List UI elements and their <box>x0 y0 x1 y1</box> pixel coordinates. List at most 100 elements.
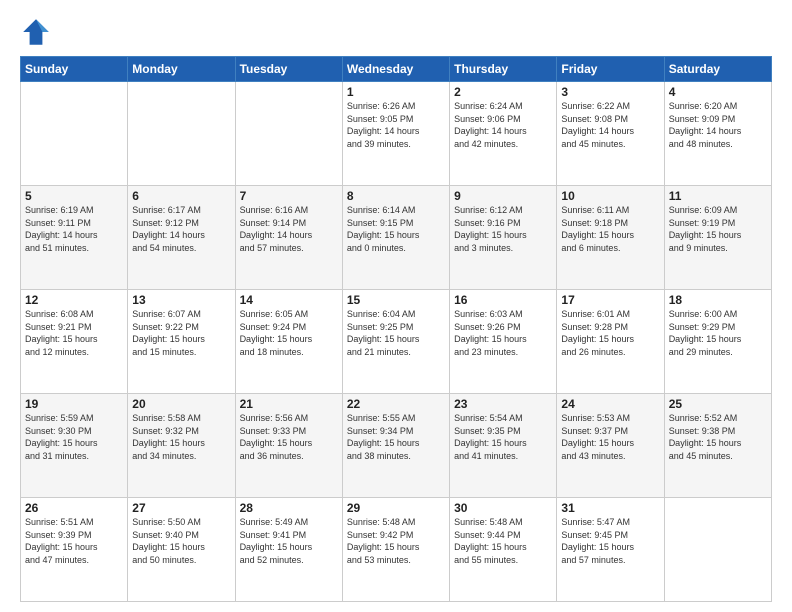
calendar-cell <box>664 498 771 602</box>
day-info: Sunrise: 6:07 AM Sunset: 9:22 PM Dayligh… <box>132 308 230 358</box>
day-info: Sunrise: 6:16 AM Sunset: 9:14 PM Dayligh… <box>240 204 338 254</box>
calendar-cell <box>128 82 235 186</box>
day-number: 9 <box>454 189 552 203</box>
day-info: Sunrise: 6:04 AM Sunset: 9:25 PM Dayligh… <box>347 308 445 358</box>
day-number: 21 <box>240 397 338 411</box>
logo <box>20 16 56 48</box>
day-number: 15 <box>347 293 445 307</box>
calendar-week-3: 12Sunrise: 6:08 AM Sunset: 9:21 PM Dayli… <box>21 290 772 394</box>
day-info: Sunrise: 5:49 AM Sunset: 9:41 PM Dayligh… <box>240 516 338 566</box>
day-info: Sunrise: 6:22 AM Sunset: 9:08 PM Dayligh… <box>561 100 659 150</box>
page: SundayMondayTuesdayWednesdayThursdayFrid… <box>0 0 792 612</box>
calendar-week-5: 26Sunrise: 5:51 AM Sunset: 9:39 PM Dayli… <box>21 498 772 602</box>
day-number: 13 <box>132 293 230 307</box>
day-number: 3 <box>561 85 659 99</box>
day-number: 5 <box>25 189 123 203</box>
day-number: 14 <box>240 293 338 307</box>
calendar-cell: 8Sunrise: 6:14 AM Sunset: 9:15 PM Daylig… <box>342 186 449 290</box>
calendar-cell: 29Sunrise: 5:48 AM Sunset: 9:42 PM Dayli… <box>342 498 449 602</box>
day-info: Sunrise: 5:58 AM Sunset: 9:32 PM Dayligh… <box>132 412 230 462</box>
day-number: 28 <box>240 501 338 515</box>
day-info: Sunrise: 6:05 AM Sunset: 9:24 PM Dayligh… <box>240 308 338 358</box>
weekday-header-friday: Friday <box>557 57 664 82</box>
calendar-cell <box>235 82 342 186</box>
day-info: Sunrise: 6:08 AM Sunset: 9:21 PM Dayligh… <box>25 308 123 358</box>
calendar-week-1: 1Sunrise: 6:26 AM Sunset: 9:05 PM Daylig… <box>21 82 772 186</box>
day-number: 24 <box>561 397 659 411</box>
calendar-cell: 28Sunrise: 5:49 AM Sunset: 9:41 PM Dayli… <box>235 498 342 602</box>
day-info: Sunrise: 5:47 AM Sunset: 9:45 PM Dayligh… <box>561 516 659 566</box>
calendar-cell: 21Sunrise: 5:56 AM Sunset: 9:33 PM Dayli… <box>235 394 342 498</box>
day-number: 11 <box>669 189 767 203</box>
day-info: Sunrise: 6:01 AM Sunset: 9:28 PM Dayligh… <box>561 308 659 358</box>
day-number: 27 <box>132 501 230 515</box>
day-info: Sunrise: 6:00 AM Sunset: 9:29 PM Dayligh… <box>669 308 767 358</box>
calendar-cell: 24Sunrise: 5:53 AM Sunset: 9:37 PM Dayli… <box>557 394 664 498</box>
calendar-cell <box>21 82 128 186</box>
calendar-cell: 19Sunrise: 5:59 AM Sunset: 9:30 PM Dayli… <box>21 394 128 498</box>
day-number: 12 <box>25 293 123 307</box>
day-info: Sunrise: 5:50 AM Sunset: 9:40 PM Dayligh… <box>132 516 230 566</box>
day-info: Sunrise: 6:11 AM Sunset: 9:18 PM Dayligh… <box>561 204 659 254</box>
day-info: Sunrise: 5:55 AM Sunset: 9:34 PM Dayligh… <box>347 412 445 462</box>
day-number: 20 <box>132 397 230 411</box>
calendar-cell: 9Sunrise: 6:12 AM Sunset: 9:16 PM Daylig… <box>450 186 557 290</box>
day-info: Sunrise: 6:17 AM Sunset: 9:12 PM Dayligh… <box>132 204 230 254</box>
calendar-cell: 6Sunrise: 6:17 AM Sunset: 9:12 PM Daylig… <box>128 186 235 290</box>
calendar-cell: 18Sunrise: 6:00 AM Sunset: 9:29 PM Dayli… <box>664 290 771 394</box>
calendar-cell: 26Sunrise: 5:51 AM Sunset: 9:39 PM Dayli… <box>21 498 128 602</box>
day-info: Sunrise: 6:24 AM Sunset: 9:06 PM Dayligh… <box>454 100 552 150</box>
calendar-cell: 2Sunrise: 6:24 AM Sunset: 9:06 PM Daylig… <box>450 82 557 186</box>
weekday-header-sunday: Sunday <box>21 57 128 82</box>
day-info: Sunrise: 5:48 AM Sunset: 9:44 PM Dayligh… <box>454 516 552 566</box>
calendar-week-4: 19Sunrise: 5:59 AM Sunset: 9:30 PM Dayli… <box>21 394 772 498</box>
weekday-header-monday: Monday <box>128 57 235 82</box>
calendar-cell: 12Sunrise: 6:08 AM Sunset: 9:21 PM Dayli… <box>21 290 128 394</box>
calendar-cell: 23Sunrise: 5:54 AM Sunset: 9:35 PM Dayli… <box>450 394 557 498</box>
day-info: Sunrise: 5:48 AM Sunset: 9:42 PM Dayligh… <box>347 516 445 566</box>
calendar-cell: 25Sunrise: 5:52 AM Sunset: 9:38 PM Dayli… <box>664 394 771 498</box>
calendar-cell: 5Sunrise: 6:19 AM Sunset: 9:11 PM Daylig… <box>21 186 128 290</box>
day-info: Sunrise: 6:03 AM Sunset: 9:26 PM Dayligh… <box>454 308 552 358</box>
logo-icon <box>20 16 52 48</box>
day-info: Sunrise: 6:09 AM Sunset: 9:19 PM Dayligh… <box>669 204 767 254</box>
day-number: 7 <box>240 189 338 203</box>
day-number: 25 <box>669 397 767 411</box>
day-number: 29 <box>347 501 445 515</box>
day-number: 6 <box>132 189 230 203</box>
weekday-header-thursday: Thursday <box>450 57 557 82</box>
calendar-cell: 4Sunrise: 6:20 AM Sunset: 9:09 PM Daylig… <box>664 82 771 186</box>
calendar-cell: 11Sunrise: 6:09 AM Sunset: 9:19 PM Dayli… <box>664 186 771 290</box>
day-number: 2 <box>454 85 552 99</box>
day-number: 16 <box>454 293 552 307</box>
day-info: Sunrise: 6:26 AM Sunset: 9:05 PM Dayligh… <box>347 100 445 150</box>
calendar-cell: 1Sunrise: 6:26 AM Sunset: 9:05 PM Daylig… <box>342 82 449 186</box>
calendar-cell: 14Sunrise: 6:05 AM Sunset: 9:24 PM Dayli… <box>235 290 342 394</box>
day-number: 26 <box>25 501 123 515</box>
day-info: Sunrise: 6:14 AM Sunset: 9:15 PM Dayligh… <box>347 204 445 254</box>
calendar-cell: 13Sunrise: 6:07 AM Sunset: 9:22 PM Dayli… <box>128 290 235 394</box>
weekday-header-wednesday: Wednesday <box>342 57 449 82</box>
calendar-table: SundayMondayTuesdayWednesdayThursdayFrid… <box>20 56 772 602</box>
calendar-cell: 7Sunrise: 6:16 AM Sunset: 9:14 PM Daylig… <box>235 186 342 290</box>
day-info: Sunrise: 5:51 AM Sunset: 9:39 PM Dayligh… <box>25 516 123 566</box>
calendar-cell: 30Sunrise: 5:48 AM Sunset: 9:44 PM Dayli… <box>450 498 557 602</box>
day-info: Sunrise: 5:52 AM Sunset: 9:38 PM Dayligh… <box>669 412 767 462</box>
calendar-week-2: 5Sunrise: 6:19 AM Sunset: 9:11 PM Daylig… <box>21 186 772 290</box>
day-number: 4 <box>669 85 767 99</box>
weekday-header-saturday: Saturday <box>664 57 771 82</box>
day-number: 31 <box>561 501 659 515</box>
calendar-cell: 16Sunrise: 6:03 AM Sunset: 9:26 PM Dayli… <box>450 290 557 394</box>
calendar-cell: 31Sunrise: 5:47 AM Sunset: 9:45 PM Dayli… <box>557 498 664 602</box>
calendar-cell: 22Sunrise: 5:55 AM Sunset: 9:34 PM Dayli… <box>342 394 449 498</box>
calendar-cell: 20Sunrise: 5:58 AM Sunset: 9:32 PM Dayli… <box>128 394 235 498</box>
day-number: 19 <box>25 397 123 411</box>
header <box>20 16 772 48</box>
calendar-cell: 27Sunrise: 5:50 AM Sunset: 9:40 PM Dayli… <box>128 498 235 602</box>
calendar-cell: 17Sunrise: 6:01 AM Sunset: 9:28 PM Dayli… <box>557 290 664 394</box>
day-info: Sunrise: 5:54 AM Sunset: 9:35 PM Dayligh… <box>454 412 552 462</box>
weekday-header-tuesday: Tuesday <box>235 57 342 82</box>
day-info: Sunrise: 6:19 AM Sunset: 9:11 PM Dayligh… <box>25 204 123 254</box>
day-info: Sunrise: 6:12 AM Sunset: 9:16 PM Dayligh… <box>454 204 552 254</box>
day-info: Sunrise: 5:53 AM Sunset: 9:37 PM Dayligh… <box>561 412 659 462</box>
